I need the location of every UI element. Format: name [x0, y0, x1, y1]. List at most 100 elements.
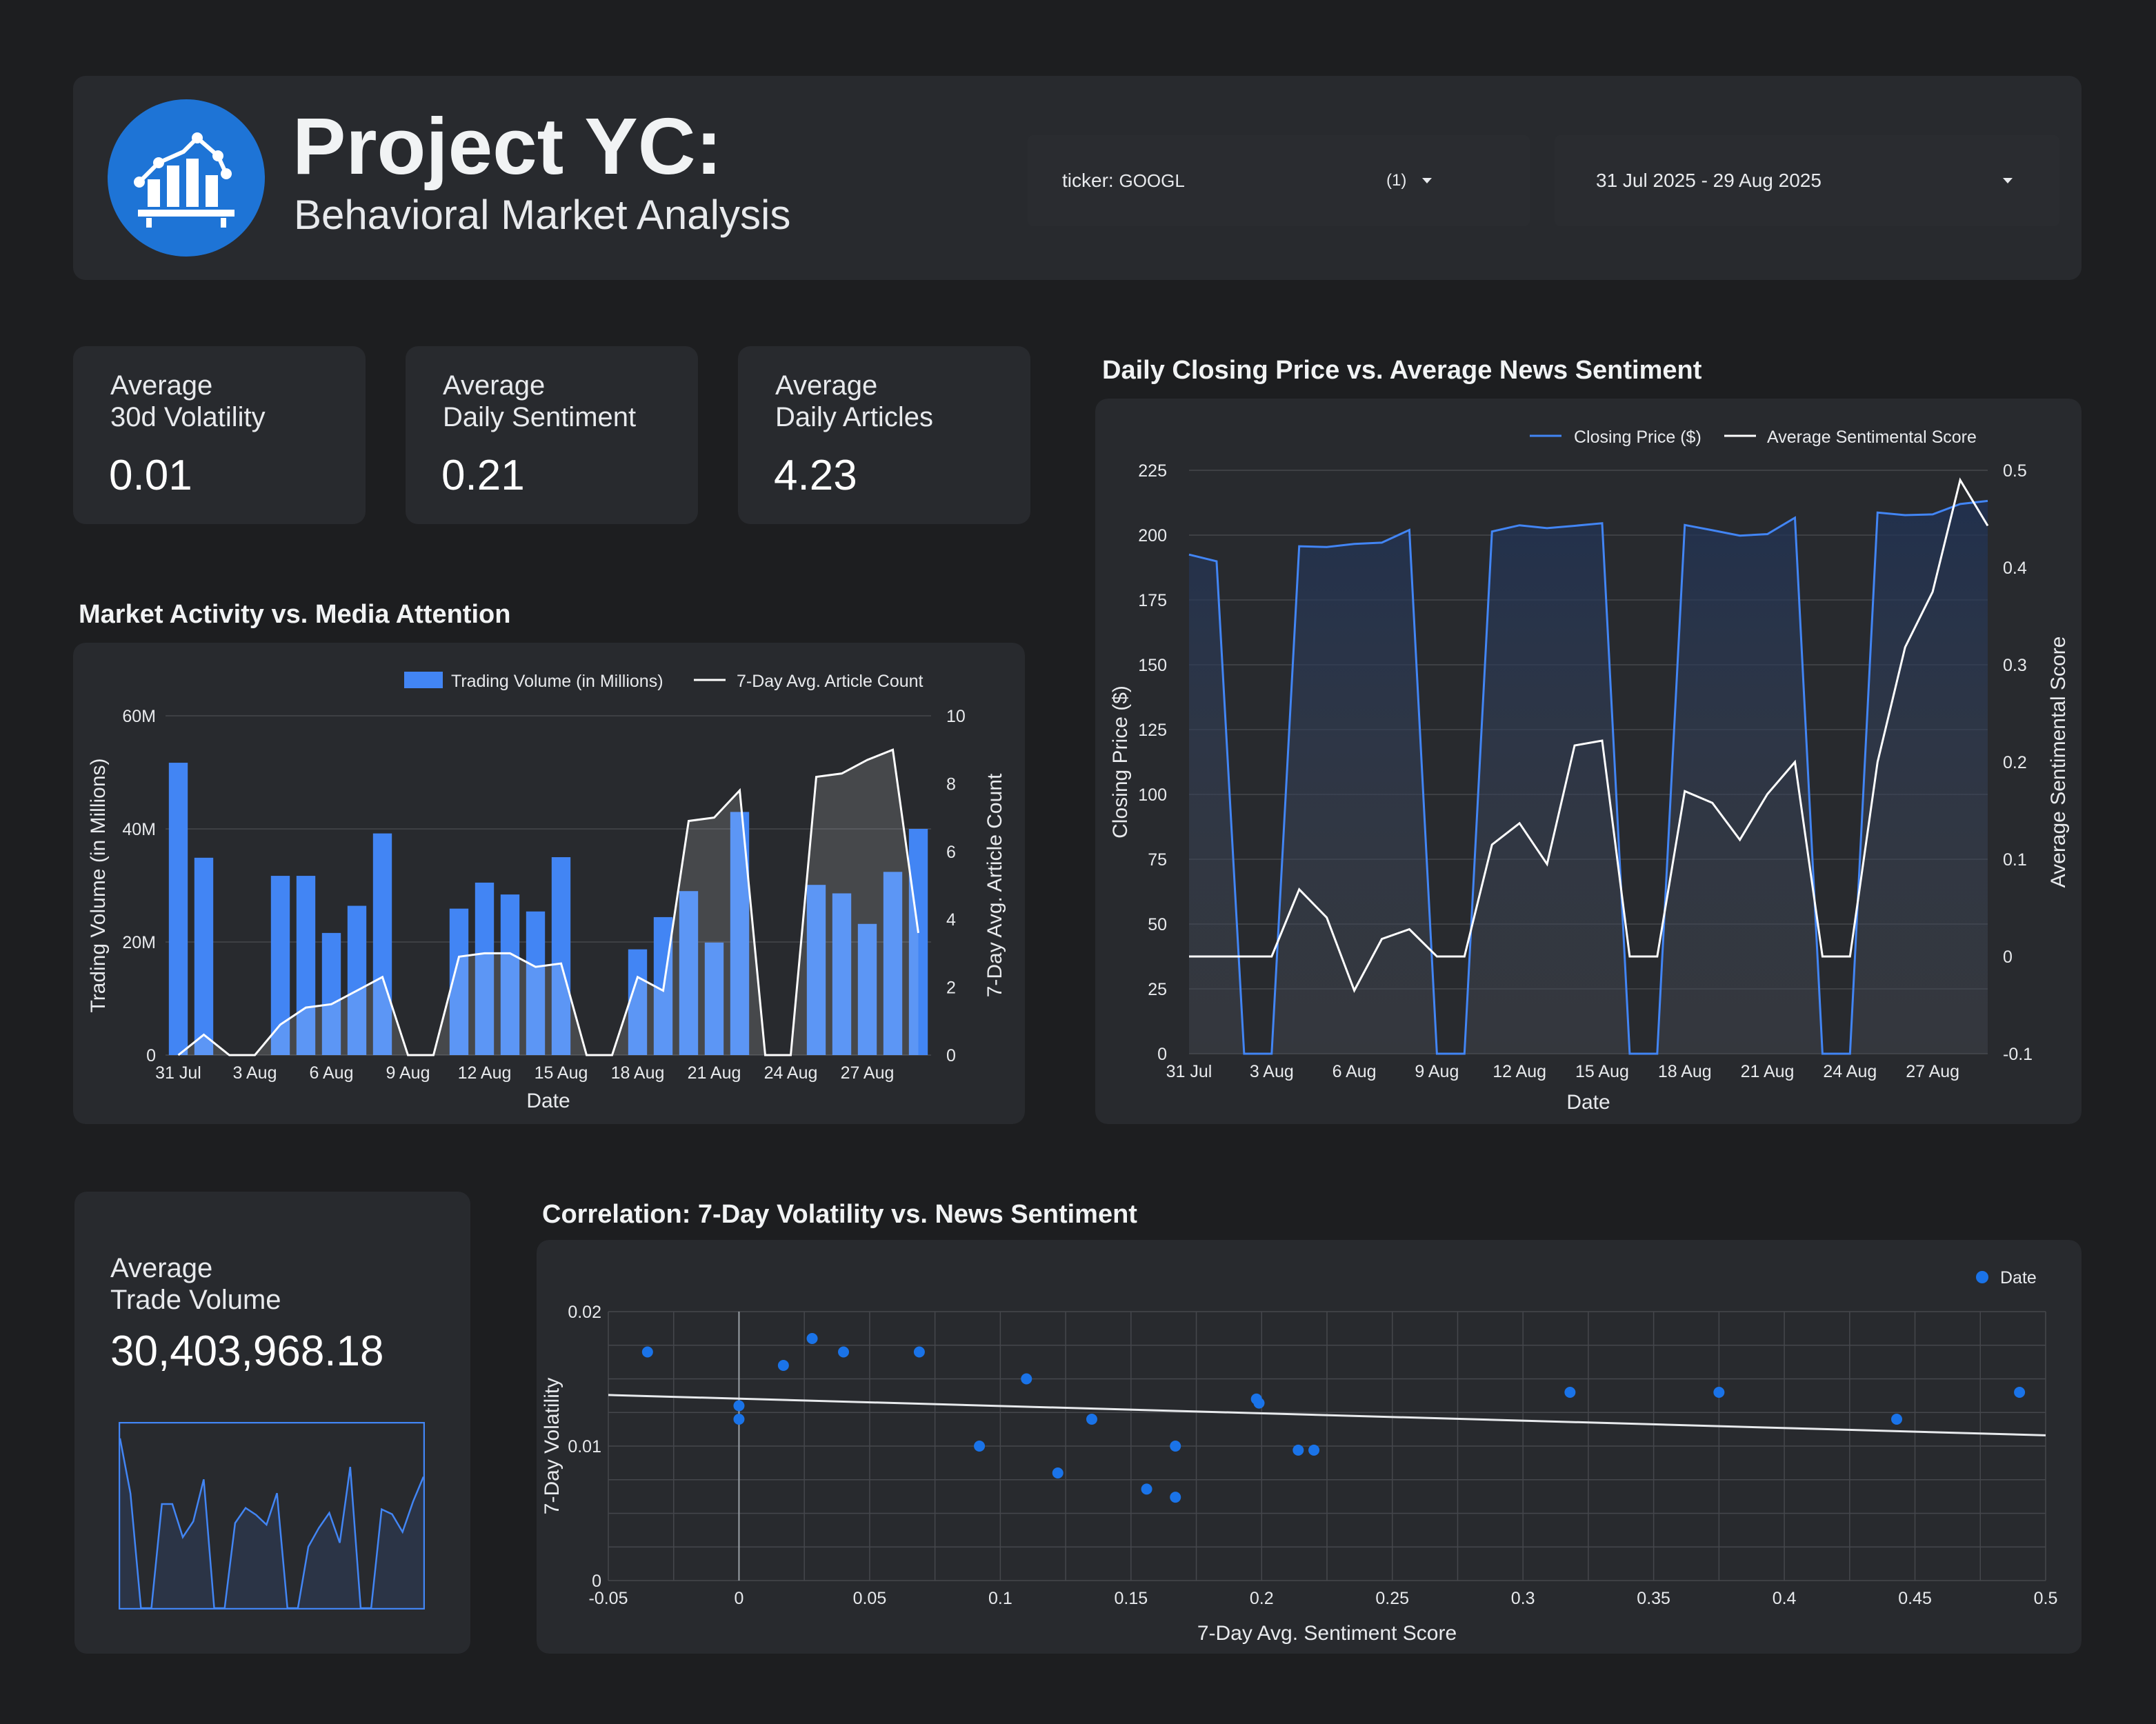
x-tick-label: 0.35: [1637, 1589, 1670, 1608]
y-tick-label: 125: [1138, 721, 1167, 740]
y2-axis-label: Average Sentimental Score: [2047, 637, 2070, 888]
closing-price-chart-title: Daily Closing Price vs. Average News Sen…: [1102, 356, 1702, 385]
scatter-point: [1141, 1483, 1152, 1495]
x-tick-label: 6 Aug: [310, 1063, 354, 1083]
x-axis-label: Date: [526, 1090, 570, 1112]
kpi-card-articles: Average Daily Articles 4.23: [738, 346, 1030, 524]
scatter-point: [1170, 1441, 1181, 1452]
y-tick-label: 50: [1148, 915, 1167, 934]
y-tick-label: 0: [146, 1046, 156, 1065]
x-tick-label: 18 Aug: [611, 1063, 665, 1083]
y2-tick-label: 4: [946, 910, 956, 930]
y-tick-label: 175: [1138, 591, 1167, 610]
y-tick-label: 0: [1157, 1045, 1167, 1064]
scatter-point: [1253, 1397, 1265, 1409]
y-tick-label: 225: [1138, 461, 1167, 481]
kpi-value: 0.21: [441, 452, 525, 499]
y2-tick-label: 0.1: [2003, 850, 2027, 870]
closing-price-chart: 0 25 50 75 100 125 150 175 200 225 -0.1 0 0.1 0.2 0.3 0…: [1095, 399, 2082, 1124]
scatter-point: [1292, 1444, 1304, 1456]
legend-swatch-date: [1976, 1271, 1988, 1283]
x-axis-label: Date: [1566, 1091, 1610, 1114]
kpi-value: 0.01: [109, 452, 192, 499]
x-tick-label: 3 Aug: [1250, 1062, 1294, 1081]
x-tick-label: 31 Jul: [155, 1063, 201, 1083]
kpi-value: 4.23: [774, 452, 857, 499]
page-subtitle: Behavioral Market Analysis: [294, 192, 791, 238]
correlation-chart: 00.010.02-0.05 0 0.05 0.1 0.15 0.2 0.25 0.3 0.35…: [537, 1240, 2082, 1654]
scatter-point: [2014, 1387, 2026, 1398]
x-tick-label: 24 Aug: [1823, 1062, 1877, 1081]
scatter-point: [777, 1360, 789, 1371]
trade-volume-card: Average Trade Volume 30,403,968.18: [74, 1192, 470, 1654]
y-tick-label: 0: [592, 1572, 601, 1591]
legend-label-volume: Trading Volume (in Millions): [451, 672, 663, 691]
x-tick-label: 12 Aug: [1493, 1062, 1546, 1081]
x-tick-label: 0.05: [853, 1589, 887, 1608]
y-tick-label: 0.02: [568, 1303, 601, 1322]
header-bar: Project YC: Behavioral Market Analysis t…: [73, 76, 2082, 280]
volume-bar: [194, 857, 214, 1055]
trade-volume-label: Average Trade Volume: [110, 1253, 281, 1315]
y-tick-label: 75: [1148, 850, 1167, 870]
y-tick-label: 40M: [122, 820, 156, 839]
kpi-label: Average Daily Articles: [775, 370, 933, 432]
y-tick-label: 60M: [122, 707, 156, 726]
x-tick-label: 0.45: [1898, 1589, 1932, 1608]
scatter-point: [913, 1346, 925, 1358]
trade-volume-sparkline: [119, 1422, 425, 1610]
y2-tick-label: 0: [2003, 948, 2013, 967]
chevron-down-icon[interactable]: [2003, 178, 2013, 183]
volume-bar: [168, 763, 188, 1055]
ticker-filter[interactable]: ticker: GOOGL (1): [1028, 135, 1530, 226]
bar-chart-trend-icon: [134, 132, 234, 228]
legend-swatch-volume: [404, 672, 443, 688]
x-tick-label: 9 Aug: [386, 1063, 430, 1083]
date-range-picker[interactable]: 31 Jul 2025 - 29 Aug 2025: [1555, 135, 2059, 226]
x-tick-label: 21 Aug: [1741, 1062, 1795, 1081]
y-axis-label: Closing Price ($): [1109, 685, 1132, 839]
y-tick-label: 150: [1138, 656, 1167, 675]
y-tick-label: 20M: [122, 933, 156, 952]
y2-tick-label: 10: [946, 707, 966, 726]
scatter-point: [1052, 1467, 1064, 1479]
x-tick-label: 0: [735, 1589, 744, 1608]
date-range-value: 31 Jul 2025 - 29 Aug 2025: [1596, 170, 1821, 191]
x-tick-label: 0.3: [1511, 1589, 1535, 1608]
page-title: Project YC:: [292, 101, 723, 191]
x-tick-label: 9 Aug: [1415, 1062, 1459, 1081]
x-tick-label: -0.05: [589, 1589, 628, 1608]
ticker-filter-label: ticker: GOOGL: [1062, 170, 1185, 191]
x-axis-label: 7-Day Avg. Sentiment Score: [1197, 1622, 1457, 1645]
y2-tick-label: 0.4: [2003, 559, 2027, 578]
trade-volume-value: 30,403,968.18: [110, 1327, 384, 1375]
x-tick-label: 0.15: [1114, 1589, 1148, 1608]
y-tick-label: 0.01: [568, 1437, 601, 1456]
y-tick-label: 200: [1138, 526, 1167, 545]
scatter-point: [1891, 1414, 1903, 1425]
y2-tick-label: 8: [946, 774, 956, 794]
x-tick-label: 27 Aug: [841, 1063, 895, 1083]
y2-tick-label: 0.2: [2003, 753, 2027, 772]
y2-tick-label: 6: [946, 843, 956, 862]
x-tick-label: 15 Aug: [535, 1063, 588, 1083]
x-tick-label: 0.5: [2034, 1589, 2058, 1608]
ticker-count: (1): [1386, 171, 1407, 190]
sparkline-area: [120, 1438, 423, 1608]
x-tick-label: 0.4: [1773, 1589, 1797, 1608]
market-activity-chart-title: Market Activity vs. Media Attention: [79, 600, 511, 629]
x-tick-label: 0.2: [1250, 1589, 1274, 1608]
scatter-point: [1564, 1387, 1576, 1398]
scatter-point: [838, 1346, 850, 1358]
kpi-label: Average 30d Volatility: [110, 370, 266, 432]
market-activity-chart: 0 20M 40M 60M 0 2 4 6 8 10 31 Jul 3 Aug 6 Aug 9 Aug 12…: [73, 643, 1025, 1124]
kpi-card-volatility: Average 30d Volatility 0.01: [73, 346, 366, 524]
scatter-point: [974, 1441, 986, 1452]
scatter-point: [733, 1400, 745, 1412]
y2-tick-label: 2: [946, 979, 956, 998]
chevron-down-icon[interactable]: [1422, 178, 1432, 183]
x-tick-label: 0.25: [1375, 1589, 1409, 1608]
y-axis-label: Trading Volume (in Millions): [87, 758, 110, 1012]
scatter-point: [1713, 1387, 1725, 1398]
y2-tick-label: 0.5: [2003, 461, 2027, 481]
